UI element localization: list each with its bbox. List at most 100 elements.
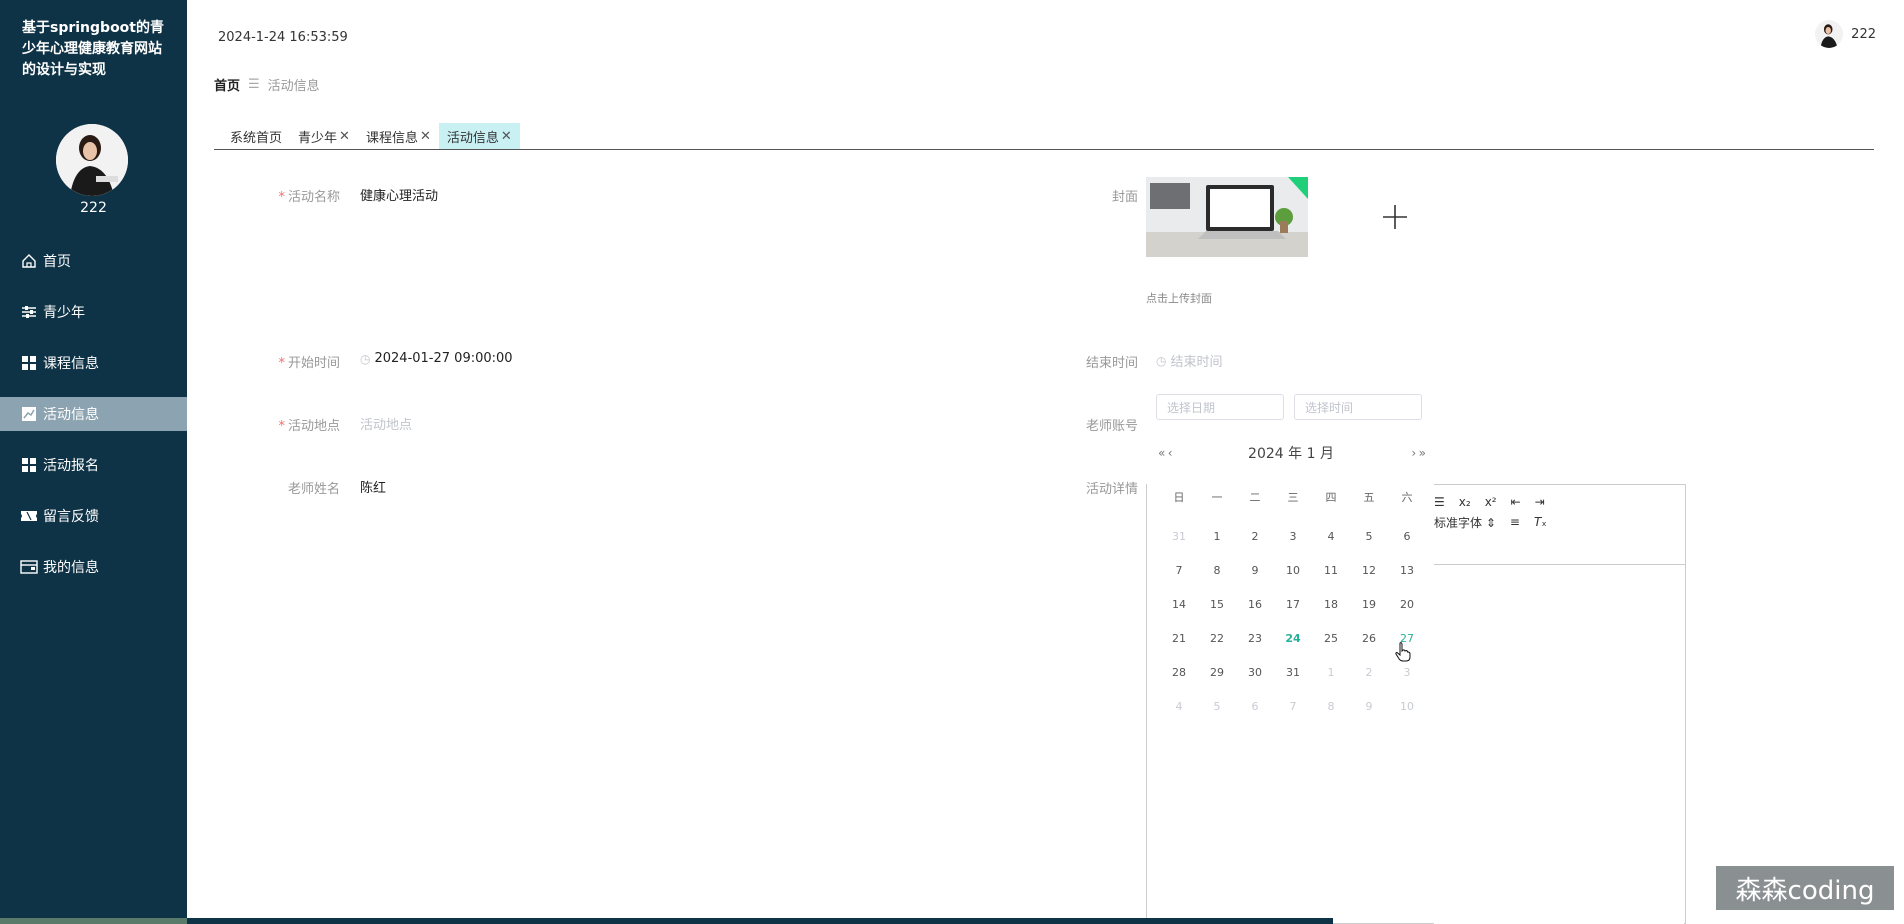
calendar-day[interactable]: 25 bbox=[1312, 632, 1350, 645]
calendar-day[interactable]: 28 bbox=[1160, 666, 1198, 679]
picker-date-input[interactable]: 选择日期 bbox=[1156, 394, 1284, 420]
sidebar-item-registration[interactable]: 活动报名 bbox=[0, 448, 187, 482]
calendar-day[interactable]: 26 bbox=[1350, 632, 1388, 645]
prev-year-icon[interactable]: « bbox=[1158, 446, 1165, 460]
calendar-day[interactable]: 21 bbox=[1160, 632, 1198, 645]
sidebar-item-youth[interactable]: 青少年 bbox=[0, 295, 187, 329]
sidebar-item-label: 活动报名 bbox=[43, 458, 99, 474]
tab-label: 活动信息 bbox=[446, 130, 499, 146]
subscript-icon[interactable]: x₂ bbox=[1459, 495, 1471, 509]
next-year-icon[interactable]: » bbox=[1419, 446, 1426, 460]
calendar-day[interactable]: 1 bbox=[1312, 666, 1350, 679]
teacher-account-label: 老师账号 bbox=[1085, 419, 1138, 434]
ticket-icon bbox=[20, 507, 38, 525]
calendar-month[interactable]: 1 月 bbox=[1307, 446, 1334, 462]
calendar-day[interactable]: 2 bbox=[1350, 666, 1388, 679]
calendar-day[interactable]: 3 bbox=[1388, 666, 1426, 679]
required-mark: * bbox=[278, 190, 285, 205]
prev-month-icon[interactable]: ‹ bbox=[1168, 446, 1173, 460]
calendar-day[interactable]: 2 bbox=[1236, 530, 1274, 543]
calendar-day[interactable]: 14 bbox=[1160, 598, 1198, 611]
calendar-day[interactable]: 30 bbox=[1236, 666, 1274, 679]
tab-courses[interactable]: 课程信息 ✕ bbox=[358, 123, 439, 149]
calendar-day[interactable]: 9 bbox=[1236, 564, 1274, 577]
calendar-year[interactable]: 2024 年 bbox=[1248, 446, 1302, 462]
sidebar-item-courses[interactable]: 课程信息 bbox=[0, 346, 187, 380]
calendar-day[interactable]: 8 bbox=[1312, 700, 1350, 713]
font-select[interactable]: 标准字体 ⇕ bbox=[1434, 514, 1496, 531]
start-time-field[interactable]: ◷ 2024-01-27 09:00:00 bbox=[360, 351, 513, 366]
calendar-day-today[interactable]: 24 bbox=[1274, 632, 1312, 645]
calendar-day[interactable]: 4 bbox=[1312, 530, 1350, 543]
chart-icon bbox=[20, 405, 38, 423]
calendar-day[interactable]: 22 bbox=[1198, 632, 1236, 645]
calendar-day[interactable]: 4 bbox=[1160, 700, 1198, 713]
calendar-day[interactable]: 15 bbox=[1198, 598, 1236, 611]
tab-youth[interactable]: 青少年 ✕ bbox=[290, 123, 358, 149]
breadcrumb-home[interactable]: 首页 bbox=[214, 75, 240, 94]
calendar-day[interactable]: 1 bbox=[1198, 530, 1236, 543]
superscript-icon[interactable]: x² bbox=[1485, 495, 1497, 509]
next-month-icon[interactable]: › bbox=[1411, 446, 1416, 460]
calendar-day[interactable]: 5 bbox=[1350, 530, 1388, 543]
calendar-day[interactable]: 10 bbox=[1388, 700, 1426, 713]
header-username: 222 bbox=[1851, 26, 1876, 42]
calendar-day[interactable]: 7 bbox=[1274, 700, 1312, 713]
calendar-days: 31 1 2 3 4 5 6 7 8 9 10 11 12 13 14 15 16 17 18 19 20 21 22 23 2… bbox=[1160, 519, 1426, 723]
calendar-day[interactable]: 6 bbox=[1388, 530, 1426, 543]
close-icon[interactable]: ✕ bbox=[339, 129, 350, 144]
breadcrumb: 首页 ☰ 活动信息 bbox=[214, 75, 320, 94]
calendar-day[interactable]: 17 bbox=[1274, 598, 1312, 611]
calendar-day[interactable]: 3 bbox=[1274, 530, 1312, 543]
calendar-day[interactable]: 29 bbox=[1198, 666, 1236, 679]
sidebar-item-profile[interactable]: 我的信息 bbox=[0, 550, 187, 584]
calendar-day[interactable]: 9 bbox=[1350, 700, 1388, 713]
calendar-day[interactable]: 23 bbox=[1236, 632, 1274, 645]
user-menu[interactable]: 222 bbox=[1815, 20, 1876, 48]
calendar-day[interactable]: 31 bbox=[1160, 530, 1198, 543]
upload-plus-icon[interactable] bbox=[1381, 203, 1409, 231]
calendar-day[interactable]: 18 bbox=[1312, 598, 1350, 611]
indent-icon[interactable]: ⇥ bbox=[1535, 495, 1545, 509]
sliders-icon bbox=[20, 303, 38, 321]
location-field[interactable]: 活动地点 bbox=[360, 414, 412, 433]
weekday-label: 六 bbox=[1401, 491, 1413, 504]
calendar-day[interactable]: 6 bbox=[1236, 700, 1274, 713]
tab-activities[interactable]: 活动信息 ✕ bbox=[438, 123, 520, 149]
calendar-day[interactable]: 16 bbox=[1236, 598, 1274, 611]
end-time-field[interactable]: ◷ 结束时间 bbox=[1156, 351, 1223, 371]
clear-format-icon[interactable]: Tₓ bbox=[1534, 515, 1547, 529]
calendar-day[interactable]: 11 bbox=[1312, 564, 1350, 577]
close-icon[interactable]: ✕ bbox=[501, 129, 512, 144]
activity-name-field[interactable]: 健康心理活动 bbox=[360, 185, 438, 204]
sidebar-item-label: 青少年 bbox=[43, 305, 85, 321]
close-icon[interactable]: ✕ bbox=[420, 129, 431, 144]
outdent-icon[interactable]: ⇤ bbox=[1511, 495, 1521, 509]
calendar-day[interactable]: 8 bbox=[1198, 564, 1236, 577]
sidebar-item-label: 首页 bbox=[43, 254, 71, 270]
avatar[interactable] bbox=[1815, 20, 1844, 48]
picker-time-input[interactable]: 选择时间 bbox=[1294, 394, 1422, 420]
bottom-scrollbar[interactable] bbox=[187, 918, 1333, 924]
teacher-name-field[interactable]: 陈红 bbox=[360, 477, 386, 496]
calendar-day[interactable]: 5 bbox=[1198, 700, 1236, 713]
calendar-day[interactable]: 20 bbox=[1388, 598, 1426, 611]
calendar-day[interactable]: 10 bbox=[1274, 564, 1312, 577]
calendar-day[interactable]: 31 bbox=[1274, 666, 1312, 679]
details-label: 活动详情 bbox=[1085, 482, 1138, 497]
align-icon[interactable]: ≡ bbox=[1510, 515, 1520, 529]
calendar-day[interactable]: 13 bbox=[1388, 564, 1426, 577]
teacher-name-label: 老师姓名 bbox=[287, 482, 340, 497]
calendar-day[interactable]: 7 bbox=[1160, 564, 1198, 577]
sidebar-item-feedback[interactable]: 留言反馈 bbox=[0, 499, 187, 533]
sidebar-item-activities[interactable]: 活动信息 bbox=[0, 397, 187, 431]
sidebar-item-home[interactable]: 首页 bbox=[0, 244, 187, 278]
tab-label: 青少年 bbox=[298, 130, 338, 146]
list-icon[interactable]: ☰ bbox=[1434, 495, 1445, 509]
calendar-day[interactable]: 12 bbox=[1350, 564, 1388, 577]
calendar-day[interactable]: 19 bbox=[1350, 598, 1388, 611]
tab-system-home[interactable]: 系统首页 bbox=[222, 123, 290, 149]
sidebar-item-label: 课程信息 bbox=[43, 356, 99, 372]
avatar[interactable] bbox=[56, 124, 128, 196]
cover-image[interactable] bbox=[1146, 177, 1308, 257]
